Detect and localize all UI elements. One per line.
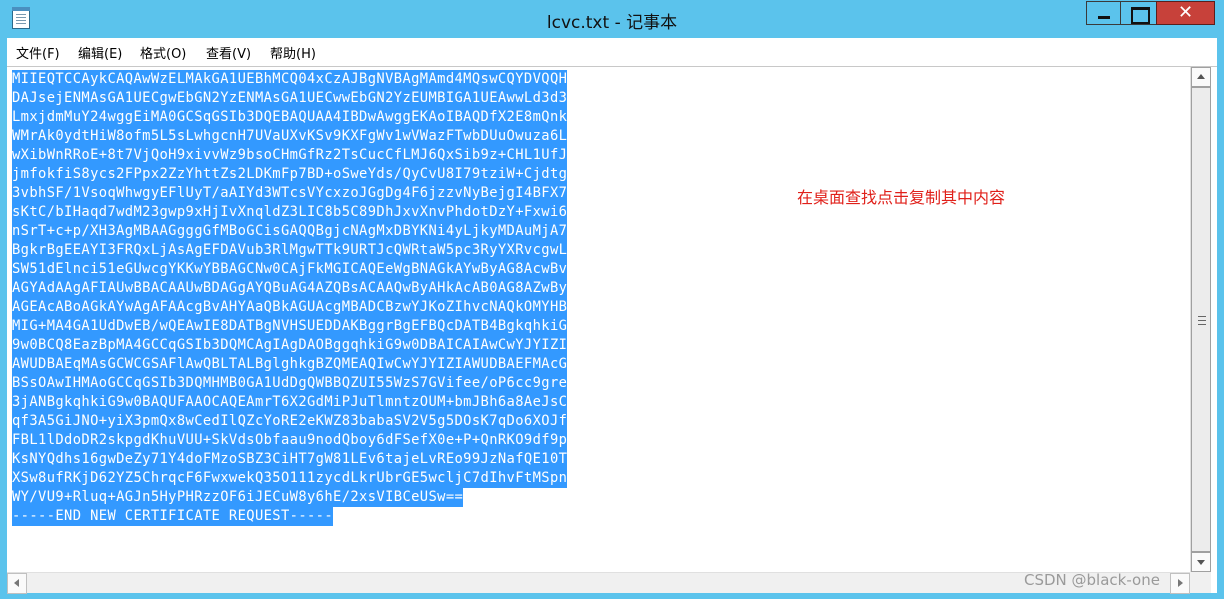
size-grip[interactable] xyxy=(1190,572,1211,593)
editor-area: MIIEQTCCAykCAQAwWzELMAkGA1UEBhMCQ04xCzAJ… xyxy=(7,66,1217,594)
watermark: CSDN @black-one xyxy=(1024,571,1160,589)
menu-file[interactable]: 文件(F) xyxy=(16,43,60,62)
scroll-left-icon[interactable] xyxy=(7,573,27,594)
text-line: 3vbhSF/1VsoqWhwgyEFlUyT/aAIYd3WTcsVYcxzo… xyxy=(12,184,568,203)
text-line: WMrAk0ydtHiW8ofm5L5sLwhgcnH7UVaUXvKSv9KX… xyxy=(12,127,568,146)
text-line: KsNYQdhs16gwDeZy71Y4doFMzoSBZ3CiHT7gW81L… xyxy=(12,450,568,469)
text-line: 9w0BCQ8EazBpMA4GCCqGSIb3DQMCAgIAgDAOBggq… xyxy=(12,336,568,355)
text-line: BgkrBgEEAYI3FRQxLjAsAgEFDAVub3RlMgwTTk9U… xyxy=(12,241,568,260)
vertical-scrollbar[interactable] xyxy=(1190,67,1211,572)
annotation-text: 在桌面查找点击复制其中内容 xyxy=(797,188,1006,207)
menu-format[interactable]: 格式(O) xyxy=(140,43,186,62)
close-button[interactable]: ✕ xyxy=(1156,1,1215,25)
menu-bar: 文件(F) 编辑(E) 格式(O) 查看(V) 帮助(H) xyxy=(7,38,1217,66)
scroll-down-icon[interactable] xyxy=(1191,552,1211,572)
notepad-window: lcvc.txt - 记事本 ✕ 文件(F) 编辑(E) 格式(O) 查看(V)… xyxy=(0,0,1224,599)
title-bar[interactable]: lcvc.txt - 记事本 ✕ xyxy=(0,0,1224,38)
text-line: XSw8ufRKjD62YZ5ChrqcF6FwxwekQ35O111zycdL… xyxy=(12,469,568,488)
text-line: AWUDBAEqMAsGCWCGSAFlAwQBLTALBglghkgBZQME… xyxy=(12,355,568,374)
text-line: FBL1lDdoDR2skpgdKhuVUU+SkVdsObfaau9nodQb… xyxy=(12,431,568,450)
horizontal-scrollbar[interactable] xyxy=(7,572,1190,594)
text-line: 3jANBgkqhkiG9w0BAQUFAAOCAQEAmrT6X2GdMiPJ… xyxy=(12,393,568,412)
text-line: LmxjdmMuY24wggEiMA0GCSqGSIb3DQEBAQUAA4IB… xyxy=(12,108,568,127)
scroll-up-icon[interactable] xyxy=(1191,67,1211,87)
menu-help[interactable]: 帮助(H) xyxy=(270,43,316,62)
text-editor[interactable]: MIIEQTCCAykCAQAwWzELMAkGA1UEBhMCQ04xCzAJ… xyxy=(12,70,1187,570)
text-line: BSsOAwIHMAoGCCqGSIb3DQMHMB0GA1UdDgQWBBQZ… xyxy=(12,374,568,393)
text-line: -----END NEW CERTIFICATE REQUEST----- xyxy=(12,507,334,526)
window-title: lcvc.txt - 记事本 xyxy=(546,13,678,33)
text-line: jmfokfiS8ycs2FPpx2ZzYhttZs2LDKmFp7BD+oSw… xyxy=(12,165,568,184)
close-icon: ✕ xyxy=(1177,2,1194,23)
text-line: DAJsejENMAsGA1UECgwEbGN2YzENMAsGA1UECwwE… xyxy=(12,89,568,108)
text-line: AGEAcABoAGkAYwAgAFAAcgBvAHYAaQBkAGUAcgMB… xyxy=(12,298,568,317)
text-line: MIIEQTCCAykCAQAwWzELMAkGA1UEBhMCQ04xCzAJ… xyxy=(12,70,568,89)
text-line: qf3A5GiJNO+yiX3pmQx8wCedIlQZcYoRE2eKWZ83… xyxy=(12,412,568,431)
text-line: SW51dElnci51eGUwcgYKKwYBBAGCNw0CAjFkMGIC… xyxy=(12,260,568,279)
maximize-button[interactable] xyxy=(1120,1,1156,25)
text-line: MIG+MA4GA1UdDwEB/wQEAwIE8DATBgNVHSUEDDAK… xyxy=(12,317,568,336)
text-line: wXibWnRRoE+8t7VjQoH9xivvWz9bsoCHmGfRz2Ts… xyxy=(12,146,568,165)
vertical-scroll-thumb[interactable] xyxy=(1191,87,1211,552)
scroll-right-icon[interactable] xyxy=(1170,573,1190,594)
minimize-button[interactable] xyxy=(1086,1,1120,25)
menu-edit[interactable]: 编辑(E) xyxy=(78,43,122,62)
menu-view[interactable]: 查看(V) xyxy=(206,43,251,62)
text-line: nSrT+c+p/XH3AgMBAAGgggGfMBoGCisGAQQBgjcN… xyxy=(12,222,568,241)
text-line: WY/VU9+Rluq+AGJn5HyPHRzzOF6iJECuW8y6hE/2… xyxy=(12,488,464,507)
grip-icon xyxy=(1198,316,1206,325)
text-line: AGYAdAAgAFIAUwBBACAAUwBDAGgAYQBuAG4AZQBs… xyxy=(12,279,568,298)
text-line: sKtC/bIHaqd7wdM23gwp9xHjIvXnqldZ3LIC8b5C… xyxy=(12,203,568,222)
